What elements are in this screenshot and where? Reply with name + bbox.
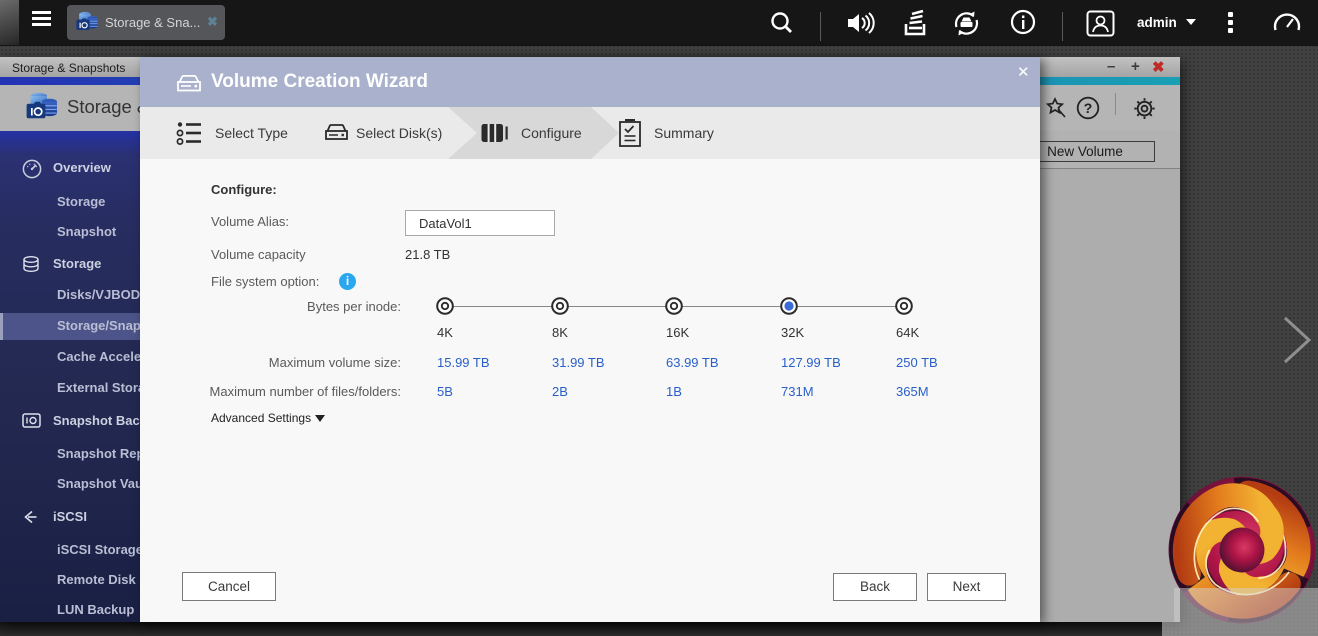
svg-text:?: ?: [1084, 100, 1093, 116]
